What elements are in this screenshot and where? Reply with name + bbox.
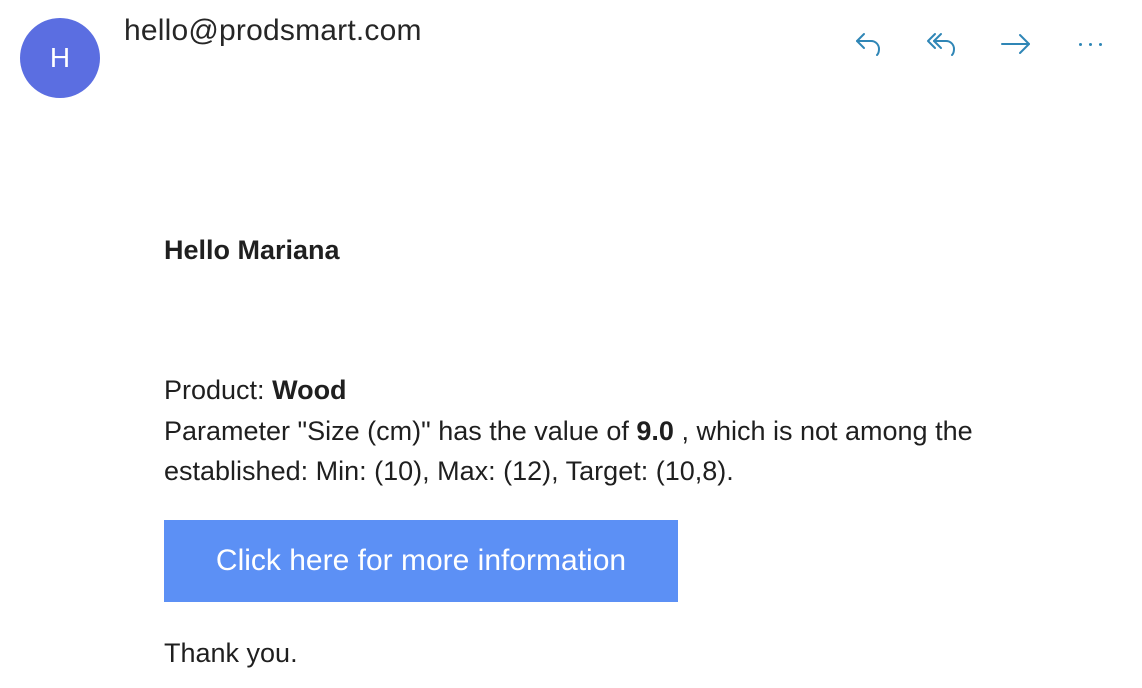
product-label: Product: <box>164 375 265 405</box>
forward-icon <box>1001 34 1030 54</box>
parameter-prefix: Parameter "Size (cm)" has the value of <box>164 416 629 446</box>
greeting: Hello Mariana <box>164 235 340 265</box>
product-name: Wood <box>272 375 347 405</box>
more-options-icon <box>1078 42 1102 46</box>
avatar-initial: H <box>49 42 71 73</box>
reply-all-button[interactable] <box>920 22 964 66</box>
avatar[interactable]: H <box>20 18 100 98</box>
forward-button[interactable] <box>994 22 1038 66</box>
more-options-button[interactable] <box>1068 22 1112 66</box>
message-actions <box>846 22 1112 66</box>
reply-button[interactable] <box>846 22 890 66</box>
parameter-value: 9.0 <box>636 416 674 446</box>
reply-all-icon <box>927 33 955 56</box>
more-information-button[interactable]: Click here for more information <box>164 520 678 602</box>
parameter-message: Parameter "Size (cm)" has the value of 9… <box>164 411 1064 491</box>
sender-address[interactable]: hello@prodsmart.com <box>124 14 422 48</box>
reply-icon <box>856 33 880 56</box>
product-line: Product: Wood <box>164 370 347 410</box>
closing: Thank you. <box>164 638 298 668</box>
